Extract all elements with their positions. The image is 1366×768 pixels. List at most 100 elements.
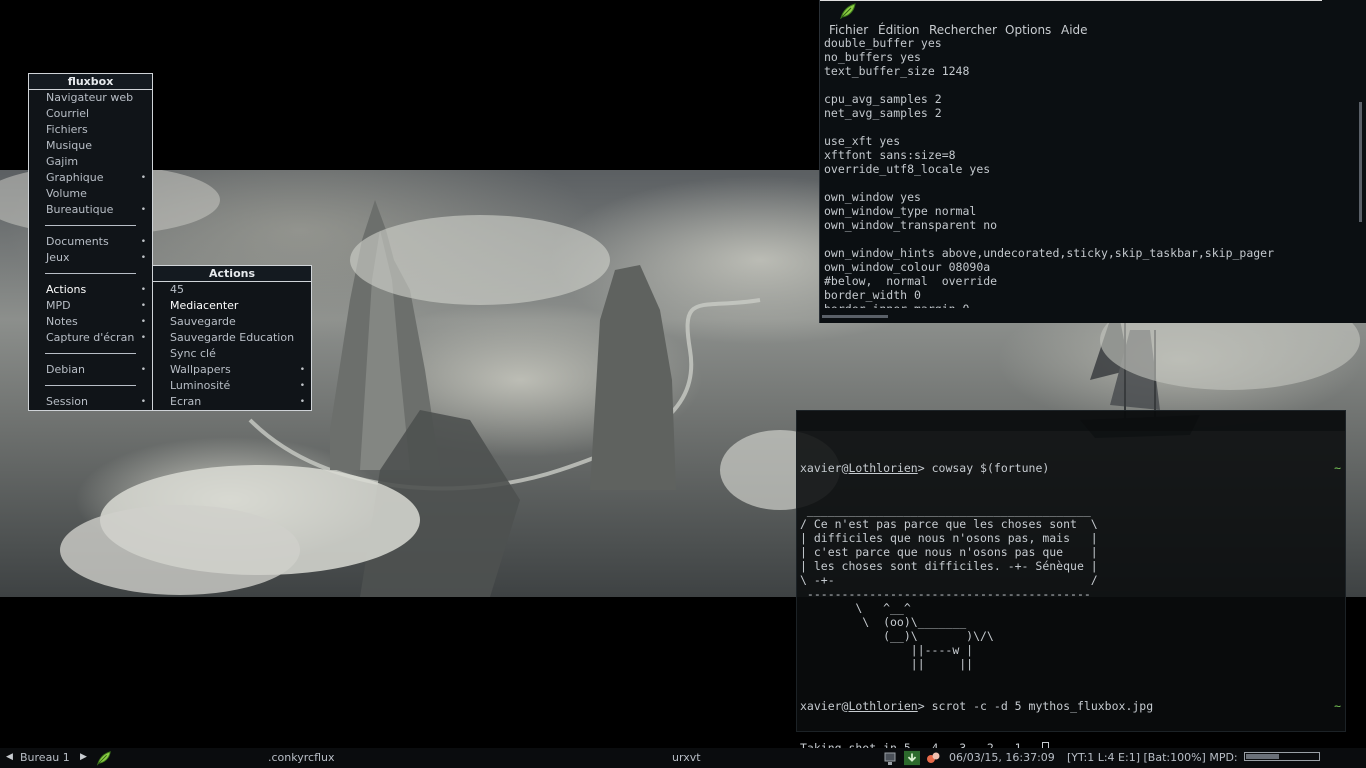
- editor-line: border_inner_margin 0: [824, 302, 1354, 308]
- menu-item-fichiers[interactable]: Fichiers: [29, 122, 152, 138]
- submenu-arrow-icon: •: [140, 301, 146, 311]
- prompt-cwd: ~: [1334, 699, 1341, 713]
- menu-item-courriel[interactable]: Courriel: [29, 106, 152, 122]
- editor-line: #below, normal override: [824, 274, 998, 288]
- editor-line: own_window yes: [824, 190, 921, 204]
- menu-item-label: Navigateur web: [46, 91, 134, 104]
- workspace-next-icon[interactable]: ▶: [80, 752, 87, 762]
- menu-item-mpd[interactable]: MPD •: [29, 298, 152, 314]
- menu-item-label: Wallpapers: [170, 363, 231, 376]
- menu-item-label: Gajim: [46, 155, 79, 168]
- mpd-progress-fill: [1246, 754, 1280, 759]
- menu-item-label: Mediacenter: [170, 299, 239, 312]
- clock: 06/03/15, 16:37:09: [949, 751, 1055, 764]
- menu-separator: [29, 378, 152, 394]
- menu-item-session[interactable]: Session •: [29, 394, 152, 410]
- actions-item-mediacenter[interactable]: Mediacenter: [153, 298, 311, 314]
- submenu-arrow-icon: •: [299, 397, 305, 407]
- menu-item-notes[interactable]: Notes •: [29, 314, 152, 330]
- menu-rechercher[interactable]: Rechercher: [929, 23, 997, 37]
- menu-item-label: Sauvegarde: [170, 315, 236, 328]
- download-icon[interactable]: [904, 750, 920, 766]
- task-urxvt[interactable]: urxvt: [672, 751, 701, 764]
- terminal-output[interactable]: xavier@Lothlorien> cowsay $(fortune) ~ __…: [800, 433, 1345, 768]
- terminal-output-line: \ ^__^: [800, 601, 911, 615]
- taskbar: ◀ Bureau 1 ▶ .conkyrcflux urxvt 06/03/15…: [0, 748, 1366, 768]
- terminal-output-line: \ -+- /: [800, 573, 1098, 587]
- text-editor-window[interactable]: Fichier Édition Rechercher Options Aide …: [819, 0, 1366, 323]
- menu-item-bureautique[interactable]: Bureautique •: [29, 202, 152, 218]
- prompt-line-2: xavier@Lothlorien> scrot -c -d 5 mythos_…: [800, 699, 1341, 713]
- menu-title: fluxbox: [29, 74, 152, 90]
- actions-item-wallpapers[interactable]: Wallpapers •: [153, 362, 311, 378]
- network-icon[interactable]: [884, 750, 900, 766]
- submenu-arrow-icon: •: [140, 365, 146, 375]
- menu-item-label: Documents: [46, 235, 109, 248]
- actions-item-sauvegarde[interactable]: Sauvegarde: [153, 314, 311, 330]
- editor-horizontal-scrollbar[interactable]: [822, 315, 888, 318]
- gajim-icon[interactable]: [925, 750, 941, 766]
- prompt-cwd: ~: [1334, 461, 1341, 475]
- terminal-titlebar[interactable]: [797, 411, 1345, 431]
- menu-item-jeux[interactable]: Jeux •: [29, 250, 152, 266]
- workspace-prev-icon[interactable]: ◀: [6, 752, 13, 762]
- editor-vertical-scrollbar[interactable]: [1359, 102, 1362, 222]
- editor-line: xftfont sans:size=8: [824, 148, 956, 162]
- terminal-output-line: ________________________________________…: [800, 503, 1091, 517]
- submenu-arrow-icon: •: [140, 285, 146, 295]
- submenu-arrow-icon: •: [299, 365, 305, 375]
- actions-item-sauvegarde-education[interactable]: Sauvegarde Education: [153, 330, 311, 346]
- terminal-output-line: ||----w |: [800, 643, 974, 657]
- terminal-window[interactable]: xavier@Lothlorien> cowsay $(fortune) ~ __…: [796, 410, 1346, 755]
- prompt-host: Lothlorien: [848, 461, 918, 475]
- menu-item-label: Sync clé: [170, 347, 216, 360]
- menu-item-debian[interactable]: Debian •: [29, 362, 152, 378]
- menu-item-label: Actions: [46, 283, 87, 296]
- submenu-arrow-icon: •: [140, 237, 146, 247]
- submenu-arrow-icon: •: [140, 253, 146, 263]
- actions-item-sync-cle[interactable]: Sync clé: [153, 346, 311, 362]
- menu-item-label: Fichiers: [46, 123, 88, 136]
- prompt-user: xavier: [800, 461, 842, 475]
- menu-item-graphique[interactable]: Graphique •: [29, 170, 152, 186]
- command-2: scrot -c -d 5 mythos_fluxbox.jpg: [931, 699, 1154, 713]
- menu-item-label: Sauvegarde Education: [170, 331, 295, 344]
- editor-text-area[interactable]: double_buffer yes no_buffers yes text_buff…: [824, 36, 1354, 308]
- menu-aide[interactable]: Aide: [1061, 23, 1088, 37]
- editor-line: own_window_hints above,undecorated,stick…: [824, 246, 1275, 260]
- menu-item-navigateur-web[interactable]: Navigateur web: [29, 90, 152, 106]
- editor-titlebar[interactable]: [820, 0, 1322, 20]
- menu-item-actions[interactable]: Actions •: [29, 282, 152, 298]
- terminal-output-line: | les choses sont difficiles. -+- Sénèqu…: [800, 559, 1098, 573]
- menu-edition[interactable]: Édition: [878, 23, 920, 37]
- menu-item-capture-d-ecran[interactable]: Capture d'écran •: [29, 330, 152, 346]
- menu-fichier[interactable]: Fichier: [829, 23, 868, 37]
- menu-item-volume[interactable]: Volume: [29, 186, 152, 202]
- editor-line: override_utf8_locale yes: [824, 162, 991, 176]
- workspace-name[interactable]: Bureau 1: [20, 751, 70, 764]
- menu-item-documents[interactable]: Documents •: [29, 234, 152, 250]
- actions-item-ecran[interactable]: Ecran •: [153, 394, 311, 410]
- editor-line: own_window_type normal: [824, 204, 977, 218]
- menu-item-gajim[interactable]: Gajim: [29, 154, 152, 170]
- terminal-output-line: \ (oo)\_______: [800, 615, 967, 629]
- menu-item-label: MPD: [46, 299, 71, 312]
- menu-item-label: Bureautique: [46, 203, 114, 216]
- menu-item-label: Session: [46, 395, 88, 408]
- menu-separator: [29, 266, 152, 282]
- menu-item-musique[interactable]: Musique: [29, 138, 152, 154]
- menu-options[interactable]: Options: [1005, 23, 1051, 37]
- menu-item-label: Capture d'écran: [46, 331, 135, 344]
- submenu-arrow-icon: •: [140, 205, 146, 215]
- leafpad-icon[interactable]: [96, 750, 112, 766]
- menu-separator: [29, 346, 152, 362]
- actions-item-45[interactable]: 45: [153, 282, 311, 298]
- actions-item-luminosite[interactable]: Luminosité •: [153, 378, 311, 394]
- task-conkyrcflux[interactable]: .conkyrcflux: [268, 751, 334, 764]
- menu-item-label: Volume: [46, 187, 87, 200]
- terminal-output-line: | difficiles que nous n'osons pas, mais …: [800, 531, 1098, 545]
- submenu-arrow-icon: •: [140, 173, 146, 183]
- menu-item-label: 45: [170, 283, 184, 296]
